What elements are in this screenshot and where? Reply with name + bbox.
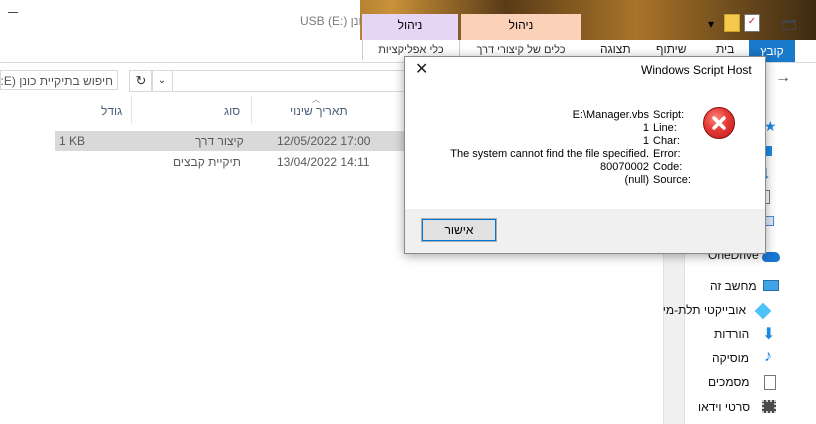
title-bar: כונן USB (E:) ניהול ניהול ▾ ✓ (0, 0, 816, 40)
file-type: קיצור דרך (195, 134, 244, 148)
nav-item-downloads[interactable]: ⬇ הורדות (670, 324, 816, 346)
column-header-size[interactable]: גודל (101, 100, 122, 122)
this-pc-icon (763, 280, 779, 291)
customize-qat-chevron-icon[interactable]: ▾ (708, 17, 714, 31)
tab-share[interactable]: שיתוף (656, 42, 687, 56)
window-title: כונן USB (E:) (300, 14, 368, 28)
new-folder-icon[interactable] (724, 14, 740, 32)
label-error: Error: (653, 148, 681, 160)
quick-access-toolbar: ▾ ✓ (700, 14, 816, 38)
error-dialog: Windows Script Host ✕ Script: Line: Char… (404, 56, 766, 254)
label-code: Code: (653, 161, 683, 173)
value-script: E:\Manager.vbs (572, 109, 649, 121)
value-line: 1 (642, 122, 649, 134)
music-icon: ♪ (764, 348, 772, 365)
address-history-dropdown[interactable]: ⌄ (151, 70, 173, 92)
column-header-date[interactable]: תאריך שינוי (290, 100, 348, 122)
nav-item-label: מסמכים (708, 375, 750, 389)
dialog-title: Windows Script Host (641, 63, 752, 77)
value-char: 1 (642, 135, 649, 147)
forward-arrow-icon[interactable]: → (775, 69, 791, 87)
file-type: תיקיית קבצים (173, 155, 241, 169)
column-divider[interactable] (251, 96, 252, 124)
file-date: 13/04/2022 14:11 (277, 155, 370, 169)
nav-item-music[interactable]: ♪ מוסיקה (670, 348, 816, 370)
label-script: Script: (653, 109, 685, 121)
address-bar[interactable] (171, 70, 412, 92)
refresh-button[interactable]: ↻ (129, 70, 153, 92)
contextual-group-link-tools: ניהול (461, 14, 581, 40)
nav-item-label: מחשב זה (710, 279, 757, 293)
nav-item-videos[interactable]: סרטי וידאו (670, 397, 816, 419)
minimize-button[interactable] (8, 12, 18, 13)
nav-item-documents[interactable]: מסמכים (670, 372, 816, 394)
dialog-footer: אישור (405, 209, 765, 253)
value-source: (null) (624, 174, 649, 186)
nav-item-label: מוסיקה (712, 351, 750, 365)
videos-icon (762, 400, 776, 413)
tab-view[interactable]: תצוגה (600, 42, 631, 56)
column-divider[interactable] (131, 96, 132, 124)
ok-button[interactable]: אישור (421, 218, 497, 242)
dialog-body: Script: Line: Char: Error: Code: Source:… (405, 89, 765, 209)
nav-item-3d-objects[interactable]: אובייקטי תלת-מימד (663, 300, 816, 322)
3d-objects-icon (754, 302, 772, 320)
column-header-type[interactable]: סוג (224, 100, 240, 122)
label-source: Source: (653, 174, 691, 186)
label-line: Line: (653, 122, 677, 134)
contextual-group-app-tools: ניהול (362, 14, 458, 40)
downloads-icon: ⬇ (762, 326, 776, 343)
file-row[interactable]: 12/05/2022 17:00 קיצור דרך 1 KB (55, 131, 405, 151)
nav-item-label: הורדות (714, 327, 750, 341)
label-char: Char: (653, 135, 680, 147)
file-date: 12/05/2022 17:00 (277, 134, 371, 148)
nav-item-label: אובייקטי תלת-מימד (663, 303, 746, 317)
value-error: The system cannot find the file specifie… (450, 148, 649, 160)
drive-icon (782, 20, 796, 30)
properties-icon[interactable]: ✓ (744, 14, 760, 32)
documents-icon (764, 375, 776, 390)
tab-home[interactable]: בית (716, 42, 734, 56)
nav-item-label: סרטי וידאו (698, 400, 751, 414)
search-input[interactable]: חיפוש בתיקיית כונן (E:) (0, 70, 118, 90)
file-size: 1 KB (59, 134, 86, 148)
close-icon[interactable]: ✕ (415, 59, 428, 79)
value-code: 80070002 (600, 161, 649, 173)
file-row[interactable]: 13/04/2022 14:11 תיקיית קבצים (55, 152, 405, 172)
error-icon (703, 107, 735, 139)
nav-item-this-pc[interactable]: מחשב זה (670, 276, 816, 298)
